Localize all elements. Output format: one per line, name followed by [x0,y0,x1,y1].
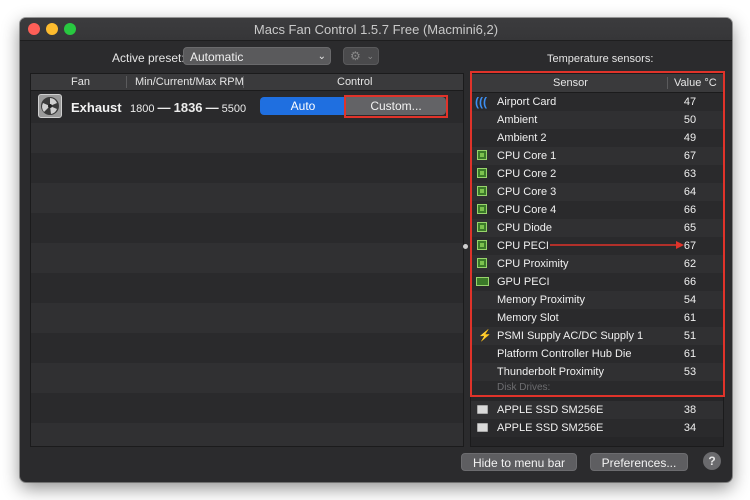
active-preset-value: Automatic [190,50,244,64]
fan-rpm-readout: 1800 — 1836 — 5500 [130,100,246,115]
highlight-annotation-custom [344,95,448,118]
table-row-empty [31,273,463,303]
table-row-empty [31,183,463,213]
fan-name: Exhaust [71,100,122,115]
window-title: Macs Fan Control 1.5.7 Free (Macmini6,2) [253,22,499,37]
column-divider [126,76,127,88]
title-bar[interactable]: Macs Fan Control 1.5.7 Free (Macmini6,2) [20,18,732,41]
chevron-down-icon: ⌄ [366,51,374,61]
table-row-empty [31,213,463,243]
temperature-sensors-title: Temperature sensors: [547,53,654,65]
drive-icon [477,423,488,432]
auto-control-button[interactable]: Auto [260,97,346,115]
max-rpm: 5500 [221,103,247,115]
active-preset-dropdown[interactable]: Automatic ⌄ [183,47,331,65]
drive-icon [477,405,488,414]
rpm-dash: — [205,100,219,115]
gear-icon: ⚙ [350,49,361,63]
column-header-fan[interactable]: Fan [71,76,90,88]
min-rpm: 1800 [130,103,155,115]
disk-value: 38 [683,404,697,416]
disk-name: APPLE SSD SM256E [497,422,604,434]
table-row-empty [31,123,463,153]
table-row-empty [31,363,463,393]
app-window: Macs Fan Control 1.5.7 Free (Macmini6,2)… [20,18,732,482]
table-row-empty [31,303,463,333]
disk-name: APPLE SSD SM256E [497,404,604,416]
chevron-down-icon: ⌄ [317,51,326,62]
preferences-button[interactable]: Preferences... [590,453,688,471]
table-row-empty [31,243,463,273]
table-row-empty [31,333,463,363]
rpm-dash: — [157,100,171,115]
table-row-empty [31,153,463,183]
highlight-annotation-sensors [470,71,725,397]
table-row-empty [31,423,463,446]
preset-actions-button[interactable]: ⚙ ⌄ [343,47,379,65]
column-header-rpm[interactable]: Min/Current/Max RPM [135,76,244,88]
column-divider [243,76,244,88]
help-button[interactable]: ? [703,452,721,470]
disk-value: 34 [683,422,697,434]
column-header-control[interactable]: Control [337,76,372,88]
split-view-handle[interactable] [463,244,468,249]
fan-icon [38,94,62,118]
table-row-empty [31,393,463,423]
fan-table-header: Fan Min/Current/Max RPM Control [31,74,463,91]
hide-to-menu-bar-button[interactable]: Hide to menu bar [461,453,577,471]
arrow-annotation [550,241,684,249]
disk-row-2[interactable]: APPLE SSD SM256E 34 [471,419,723,437]
fan-table: Fan Min/Current/Max RPM Control Exhaust … [30,73,464,447]
active-preset-label: Active preset: [112,51,185,65]
current-rpm: 1836 [173,100,203,115]
disk-row-1[interactable]: APPLE SSD SM256E 38 [471,401,723,419]
